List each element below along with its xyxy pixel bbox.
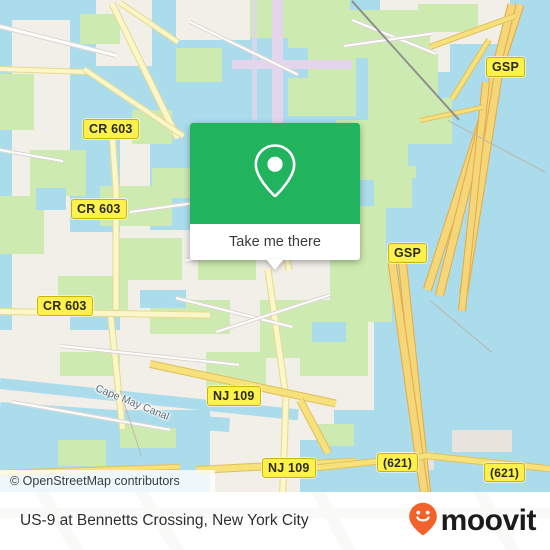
road-shield-gsp[interactable]: GSP [388, 243, 427, 263]
place-title: US-9 at Bennetts Crossing, New York City [20, 492, 309, 550]
map-marker-popup-card[interactable]: Take me there [190, 123, 360, 270]
moovit-pin-smile-icon [408, 502, 438, 541]
road-shield-cr-603[interactable]: CR 603 [71, 199, 127, 219]
take-me-there-button[interactable]: Take me there [190, 224, 360, 260]
moovit-wordmark: moovit [440, 504, 537, 537]
road-shield-cr-603[interactable]: CR 603 [37, 296, 93, 316]
moovit-logo[interactable]: moovit [408, 492, 537, 550]
map-canvas[interactable]: Cape May Canal CR 603 CR 603 CR 603 GSP … [0, 0, 550, 492]
map-pin-icon [251, 141, 299, 206]
attribution-text: © OpenStreetMap contributors [10, 474, 180, 488]
road-shield-gsp[interactable]: GSP [486, 57, 525, 77]
take-me-there-label: Take me there [229, 234, 321, 250]
popup-card-header [190, 123, 360, 224]
place-title-text: US-9 at Bennetts Crossing, New York City [20, 512, 309, 529]
road-shield-cr-603[interactable]: CR 603 [83, 119, 139, 139]
popup-card-pointer [266, 259, 284, 270]
road-shield-nj-109[interactable]: NJ 109 [207, 386, 261, 406]
road-shield-621[interactable]: (621) [377, 453, 419, 472]
footer-bar: US-9 at Bennetts Crossing, New York City… [0, 492, 550, 550]
map-attribution[interactable]: © OpenStreetMap contributors [0, 470, 215, 492]
screenshot-root: Cape May Canal CR 603 CR 603 CR 603 GSP … [0, 0, 550, 550]
road-shield-621[interactable]: (621) [484, 463, 526, 482]
road-shield-nj-109[interactable]: NJ 109 [262, 458, 316, 478]
